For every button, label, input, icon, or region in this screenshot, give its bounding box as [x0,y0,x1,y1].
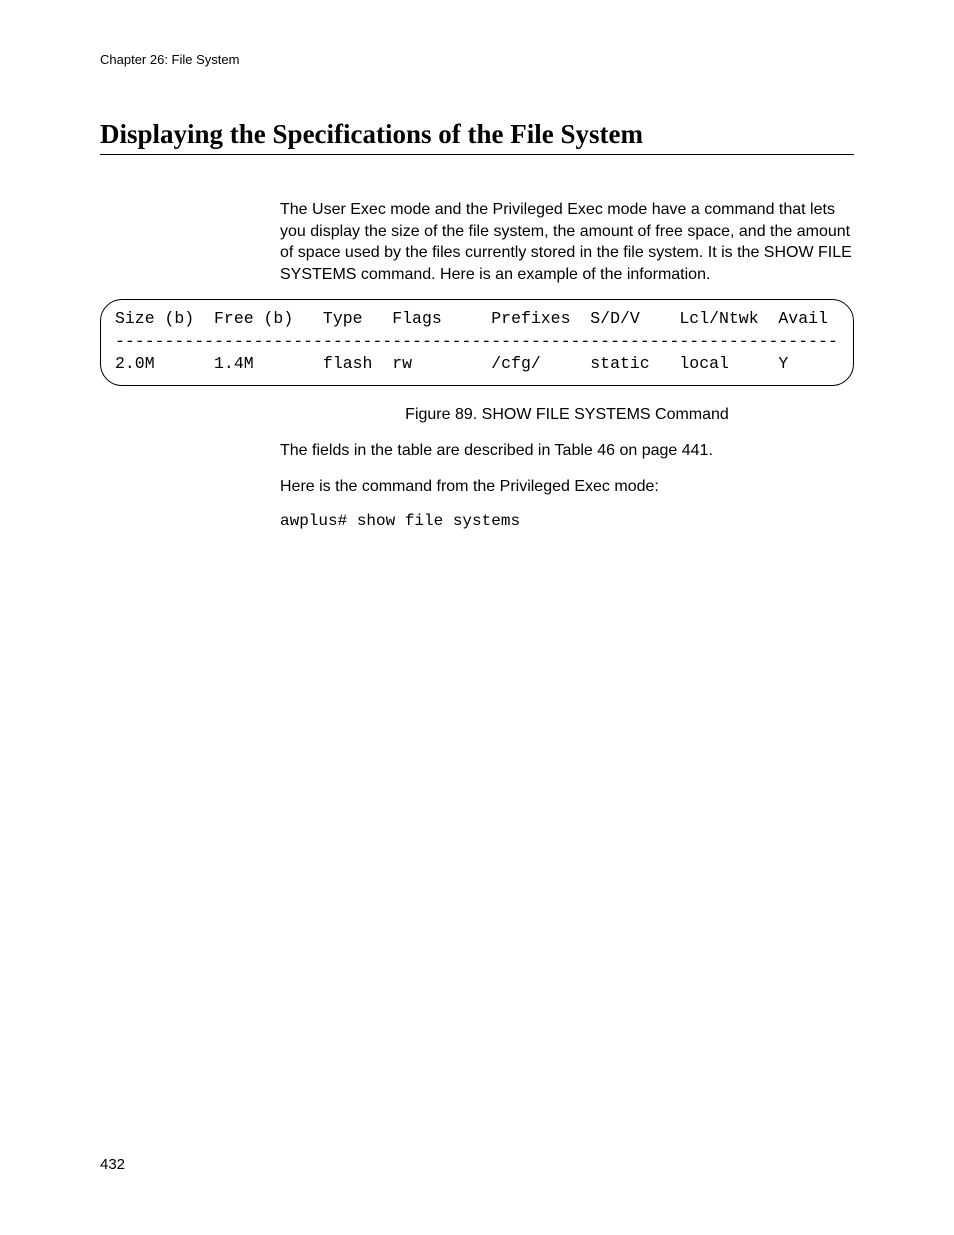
fields-note-paragraph: The fields in the table are described in… [280,440,854,462]
terminal-output-box: Size (b) Free (b) Type Flags Prefixes S/… [100,299,854,386]
terminal-figure: Size (b) Free (b) Type Flags Prefixes S/… [100,299,854,386]
heading-rule [100,154,854,155]
intro-paragraph: The User Exec mode and the Privileged Ex… [280,199,854,285]
command-intro-paragraph: Here is the command from the Privileged … [280,476,854,498]
section-heading-block: Displaying the Specifications of the Fil… [100,119,854,155]
command-line: awplus# show file systems [280,511,854,533]
page-number: 432 [100,1156,125,1173]
terminal-line-header: Size (b) Free (b) Type Flags Prefixes S/… [115,309,828,328]
terminal-line-data: 2.0M 1.4M flash rw /cfg/ static local Y [115,354,788,373]
terminal-line-separator: ----------------------------------------… [115,332,838,351]
running-header: Chapter 26: File System [100,52,854,67]
figure-caption: Figure 89. SHOW FILE SYSTEMS Command [280,406,854,424]
section-heading: Displaying the Specifications of the Fil… [100,119,854,150]
